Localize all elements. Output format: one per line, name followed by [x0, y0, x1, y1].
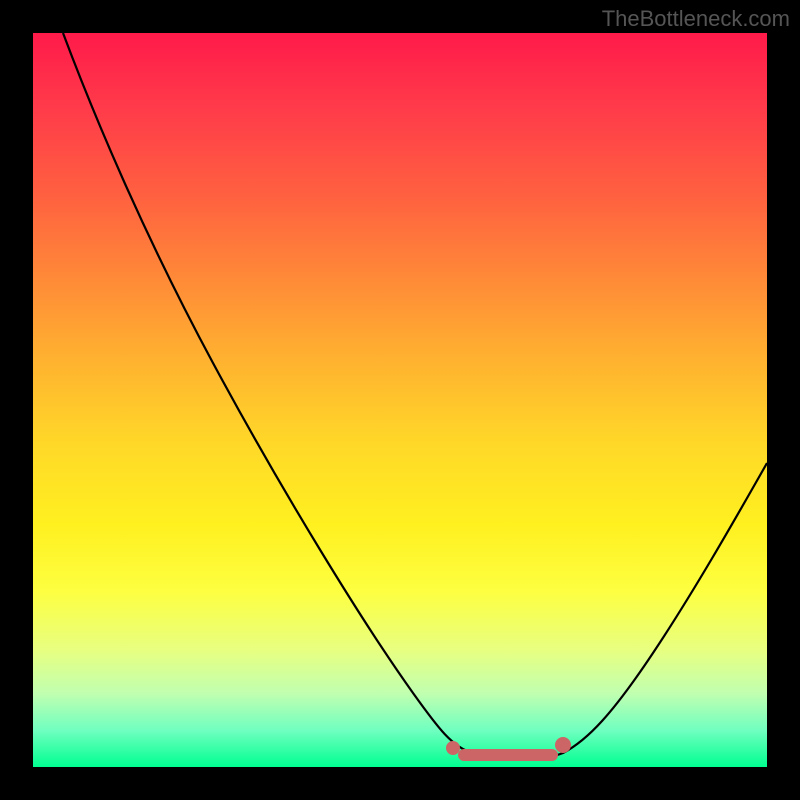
bottleneck-curve	[63, 33, 767, 759]
plot-area	[33, 33, 767, 767]
chart-svg	[33, 33, 767, 767]
watermark-label: TheBottleneck.com	[602, 6, 790, 32]
marker-band	[458, 749, 558, 761]
marker-dot-left	[446, 741, 460, 755]
marker-dot-right	[555, 737, 571, 753]
